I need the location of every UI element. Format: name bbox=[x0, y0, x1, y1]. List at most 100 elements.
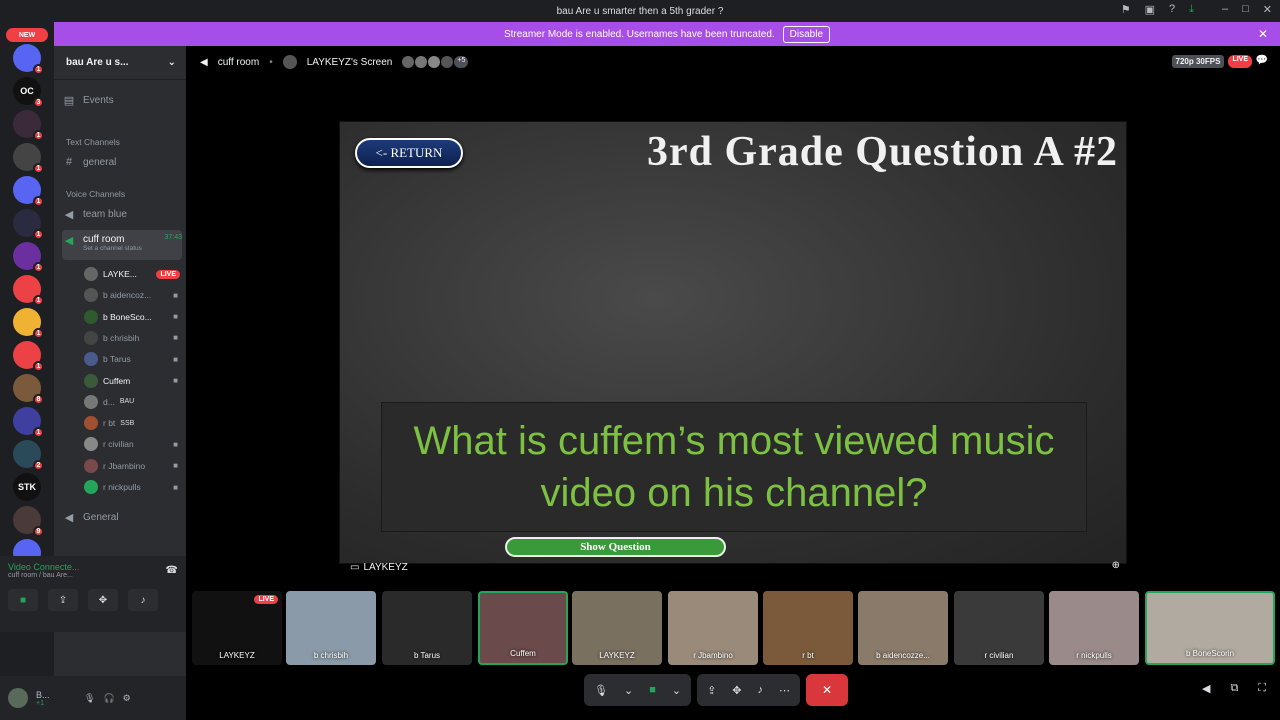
screenshare-icon[interactable]: ⇪ bbox=[707, 684, 716, 697]
participant-tile[interactable]: r Jbambino bbox=[668, 591, 758, 665]
server-icon[interactable]: 1 bbox=[13, 275, 44, 306]
server-icon[interactable]: 1 bbox=[13, 110, 44, 141]
voice-user[interactable]: d... BAU bbox=[84, 394, 184, 409]
voice-user[interactable]: r civilian ■ bbox=[84, 437, 184, 452]
camera-button[interactable]: ■ bbox=[8, 589, 38, 611]
lock-speaker-icon: ◀ bbox=[64, 235, 74, 247]
activity-button[interactable]: ✥ bbox=[88, 589, 118, 611]
avatar bbox=[84, 394, 98, 409]
disconnect-icon[interactable]: ☎ bbox=[166, 565, 178, 576]
camera-icon: ■ bbox=[173, 312, 178, 322]
headphones-icon[interactable]: 🎧 bbox=[103, 693, 114, 704]
voice-user-name: b aidencoz... bbox=[103, 290, 152, 301]
soundboard-icon[interactable]: ♪ bbox=[758, 684, 764, 696]
voice-channels-category[interactable]: Voice Channels bbox=[66, 189, 125, 199]
inbox-icon[interactable]: ⚑ bbox=[1121, 3, 1131, 16]
server-icon[interactable]: 1 bbox=[13, 176, 44, 207]
close-window-button[interactable]: ✕ bbox=[1263, 3, 1272, 16]
voice-user[interactable]: b BoneSco... ■ bbox=[84, 309, 184, 324]
sidebar-item-general-voice[interactable]: ◀ General bbox=[62, 511, 182, 524]
participant-tile[interactable]: LIVE LAYKEYZ bbox=[192, 591, 282, 665]
guild-header[interactable]: bau Are u s... ⌄ bbox=[54, 46, 186, 80]
leave-call-button[interactable]: ✕ bbox=[806, 674, 848, 706]
minimize-button[interactable]: – bbox=[1222, 3, 1228, 16]
new-badge[interactable]: NEW bbox=[6, 28, 48, 42]
sidebar-item-cuff-room[interactable]: ◀ cuff room 37:43 Set a channel status bbox=[62, 230, 182, 260]
more-viewers[interactable]: +5 bbox=[454, 56, 469, 68]
participant-name: b chrisbih bbox=[313, 651, 349, 660]
server-icon[interactable]: 8 bbox=[13, 374, 44, 405]
unread-badge: 1 bbox=[33, 427, 44, 438]
participant-tile[interactable]: r civilian bbox=[954, 591, 1044, 665]
mic-icon[interactable]: 🎙 bbox=[594, 684, 608, 697]
participant-tile[interactable]: r nickpulls bbox=[1049, 591, 1139, 665]
server-icon[interactable]: 1 bbox=[13, 308, 44, 339]
unread-badge: 1 bbox=[33, 163, 44, 174]
participant-tile[interactable]: b aidencozze... bbox=[858, 591, 948, 665]
sidebar-item-team-blue[interactable]: ◀ team blue bbox=[62, 208, 182, 221]
soundboard-button[interactable]: ♪ bbox=[128, 589, 158, 611]
server-icon[interactable]: 1 bbox=[13, 44, 44, 75]
screen-icon[interactable]: ▣ bbox=[1145, 3, 1155, 16]
banner-close-icon[interactable]: ✕ bbox=[1258, 27, 1268, 41]
server-icon[interactable]: 1 bbox=[13, 407, 44, 438]
screenshare-button[interactable]: ⇪ bbox=[48, 589, 78, 611]
server-icon[interactable]: 2 bbox=[13, 440, 44, 471]
sidebar-item-general[interactable]: # general bbox=[62, 156, 182, 168]
participant-tile[interactable]: b BoneScorin bbox=[1145, 591, 1275, 665]
voice-user[interactable]: r Jbambino ■ bbox=[84, 458, 184, 473]
voice-user-name: b Tarus bbox=[103, 354, 131, 365]
return-button: <- RETURN bbox=[355, 138, 463, 168]
maximize-button[interactable]: □ bbox=[1242, 3, 1249, 16]
participant-tile[interactable]: Cuffem bbox=[478, 591, 568, 665]
avatar bbox=[84, 288, 98, 303]
server-icon[interactable]: OC 3 bbox=[13, 77, 44, 108]
gear-icon[interactable]: ⚙ bbox=[123, 693, 131, 704]
participant-tile[interactable]: LAYKEYZ bbox=[572, 591, 662, 665]
help-icon[interactable]: ? bbox=[1169, 3, 1175, 16]
participant-tiles: LIVE LAYKEYZ b chrisbih b Tarus Cuffem LAYKEY… bbox=[192, 591, 1278, 665]
avatar bbox=[441, 56, 454, 68]
voice-user[interactable]: b Tarus ■ bbox=[84, 352, 184, 367]
participant-tile[interactable]: b chrisbih bbox=[286, 591, 376, 665]
activity-icon[interactable]: ✥ bbox=[732, 684, 741, 697]
voice-user[interactable]: Cuffem ■ bbox=[84, 373, 184, 388]
camera-icon[interactable]: ■ bbox=[649, 684, 656, 696]
avatar bbox=[84, 352, 98, 367]
fullscreen-icon[interactable]: ⛶ bbox=[1258, 682, 1266, 695]
voice-user-name: r Jbambino bbox=[103, 460, 146, 471]
chevron-down-icon[interactable]: ⌄ bbox=[624, 684, 633, 697]
voice-user-name: r civilian bbox=[103, 439, 134, 450]
server-icon[interactable]: 1 bbox=[13, 242, 44, 273]
server-icon[interactable]: 9 bbox=[13, 506, 44, 537]
text-channels-category[interactable]: Text Channels bbox=[66, 137, 120, 147]
unread-badge: 1 bbox=[33, 130, 44, 141]
mic-icon[interactable]: 🎙 bbox=[84, 693, 95, 704]
hash-icon: # bbox=[65, 156, 73, 168]
server-icon[interactable]: 1 bbox=[13, 209, 44, 240]
download-icon[interactable]: ⤓ bbox=[1189, 3, 1194, 16]
more-icon[interactable]: ⋯ bbox=[779, 684, 790, 697]
voice-location[interactable]: cuff room / bau Are... bbox=[8, 572, 79, 579]
disable-button[interactable]: Disable bbox=[782, 25, 831, 43]
chat-icon[interactable]: 💬 bbox=[1256, 55, 1268, 66]
channel-status-hint[interactable]: Set a channel status bbox=[83, 245, 182, 252]
camera-icon: ■ bbox=[173, 354, 178, 364]
avatar[interactable] bbox=[8, 688, 28, 708]
zoom-icon[interactable]: ⊕ bbox=[1112, 560, 1120, 571]
participant-tile[interactable]: r bt bbox=[763, 591, 853, 665]
server-icon[interactable]: 1 bbox=[13, 143, 44, 174]
server-icon[interactable]: STK bbox=[13, 473, 41, 501]
sidebar-item-events[interactable]: ▤ Events bbox=[62, 94, 182, 107]
voice-user[interactable]: b chrisbih ■ bbox=[84, 330, 184, 345]
voice-user[interactable]: b aidencoz... ■ bbox=[84, 288, 184, 303]
voice-user[interactable]: r nickpulls ■ bbox=[84, 480, 184, 494]
server-icon[interactable]: 1 bbox=[13, 341, 44, 372]
volume-icon[interactable]: ◀ bbox=[1202, 682, 1210, 695]
participant-tile[interactable]: b Tarus bbox=[382, 591, 472, 665]
voice-user[interactable]: r bt SSB bbox=[84, 416, 184, 431]
chevron-down-icon[interactable]: ⌄ bbox=[672, 684, 681, 697]
popout-icon[interactable]: ⧉ bbox=[1230, 682, 1238, 695]
voice-user-name: r nickpulls bbox=[103, 482, 141, 492]
voice-user[interactable]: LAYKE... LIVE bbox=[84, 267, 184, 281]
